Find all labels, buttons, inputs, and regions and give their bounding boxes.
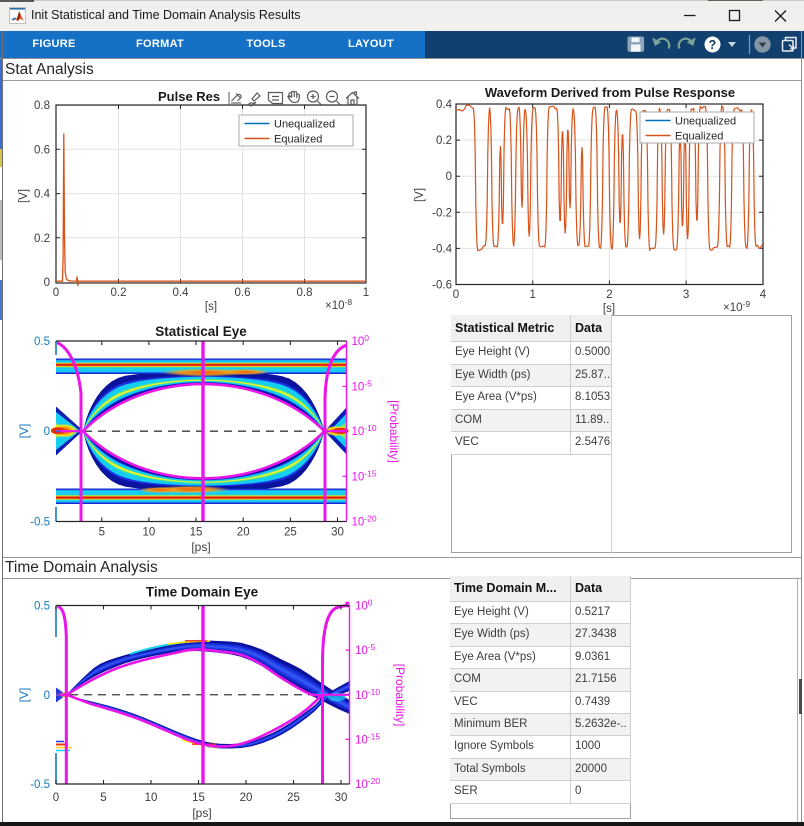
svg-text:0: 0 xyxy=(446,171,452,183)
svg-text:10: 10 xyxy=(143,527,156,539)
svg-text:-0.2: -0.2 xyxy=(432,207,452,219)
svg-text:[V]: [V] xyxy=(18,189,30,203)
svg-text:Unequalized: Unequalized xyxy=(274,119,335,131)
svg-text:0.6: 0.6 xyxy=(235,287,251,299)
svg-text:0.8: 0.8 xyxy=(297,287,313,299)
svg-text:0.4: 0.4 xyxy=(173,287,190,299)
svg-text:4: 4 xyxy=(760,289,767,301)
svg-text:Unequalized: Unequalized xyxy=(675,116,736,128)
svg-text:0.5: 0.5 xyxy=(34,601,50,613)
svg-text:10-20: 10-20 xyxy=(355,776,380,791)
svg-text:0: 0 xyxy=(453,289,459,301)
svg-text:1: 1 xyxy=(529,289,535,301)
svg-text:10-20: 10-20 xyxy=(352,514,377,529)
svg-text:0.2: 0.2 xyxy=(436,135,452,147)
svg-text:[Probability]: [Probability] xyxy=(387,400,401,463)
svg-text:[V]: [V] xyxy=(414,188,426,202)
svg-text:0: 0 xyxy=(53,287,59,299)
svg-text:[ps]: [ps] xyxy=(191,540,210,554)
svg-text:[V]: [V] xyxy=(17,688,31,703)
svg-text:25: 25 xyxy=(287,792,300,804)
svg-text:-0.5: -0.5 xyxy=(30,779,50,791)
svg-text:Pulse Res: Pulse Res xyxy=(158,89,220,104)
svg-text:5: 5 xyxy=(100,792,106,804)
svg-text:0.6: 0.6 xyxy=(34,144,50,156)
svg-text:Equalized: Equalized xyxy=(675,131,723,143)
svg-text:Waveform Derived from Pulse Re: Waveform Derived from Pulse Response xyxy=(485,85,735,100)
svg-text:[ps]: [ps] xyxy=(192,806,211,820)
svg-text:[Probability]: [Probability] xyxy=(393,664,407,727)
svg-text:20: 20 xyxy=(240,792,253,804)
svg-text:-0.6: -0.6 xyxy=(432,280,452,292)
svg-text:30: 30 xyxy=(335,792,348,804)
svg-text:-0.5: -0.5 xyxy=(30,517,50,529)
svg-text:10-5: 10-5 xyxy=(355,642,376,657)
svg-text:10-15: 10-15 xyxy=(352,468,377,483)
svg-text:10-10: 10-10 xyxy=(352,423,377,438)
svg-text:15: 15 xyxy=(190,527,203,539)
svg-text:10-15: 10-15 xyxy=(355,731,380,746)
svg-text:Equalized: Equalized xyxy=(274,134,322,146)
svg-text:0.5: 0.5 xyxy=(34,336,50,348)
svg-text:3: 3 xyxy=(683,289,689,301)
svg-text:10: 10 xyxy=(145,792,158,804)
svg-text:10-10: 10-10 xyxy=(355,687,380,702)
svg-text:0: 0 xyxy=(44,277,50,289)
svg-text:×10-8: ×10-8 xyxy=(325,297,352,312)
svg-text:10-5: 10-5 xyxy=(352,378,373,393)
svg-text:Time Domain Eye: Time Domain Eye xyxy=(146,585,259,600)
svg-text:1: 1 xyxy=(363,287,369,299)
svg-text:20: 20 xyxy=(237,527,250,539)
svg-text:0.4: 0.4 xyxy=(436,99,453,111)
svg-text:Statistical Eye: Statistical Eye xyxy=(155,324,247,339)
svg-text:0.2: 0.2 xyxy=(34,233,50,245)
svg-text:-0.4: -0.4 xyxy=(432,243,452,255)
svg-text:0.4: 0.4 xyxy=(34,189,51,201)
svg-text:100: 100 xyxy=(352,333,370,348)
svg-text:[V]: [V] xyxy=(17,424,31,439)
svg-text:2: 2 xyxy=(606,289,612,301)
svg-text:30: 30 xyxy=(331,527,344,539)
svg-text:[s]: [s] xyxy=(603,303,615,315)
svg-text:0: 0 xyxy=(44,690,50,702)
svg-text:0.2: 0.2 xyxy=(111,287,127,299)
svg-text:15: 15 xyxy=(192,792,205,804)
svg-text:5: 5 xyxy=(99,527,105,539)
svg-text:0: 0 xyxy=(44,426,50,438)
svg-text:0.8: 0.8 xyxy=(34,100,50,112)
svg-text:100: 100 xyxy=(355,598,373,613)
svg-text:[s]: [s] xyxy=(205,301,217,313)
svg-text:×10-9: ×10-9 xyxy=(723,299,750,314)
svg-text:25: 25 xyxy=(284,527,297,539)
svg-text:0: 0 xyxy=(53,792,59,804)
